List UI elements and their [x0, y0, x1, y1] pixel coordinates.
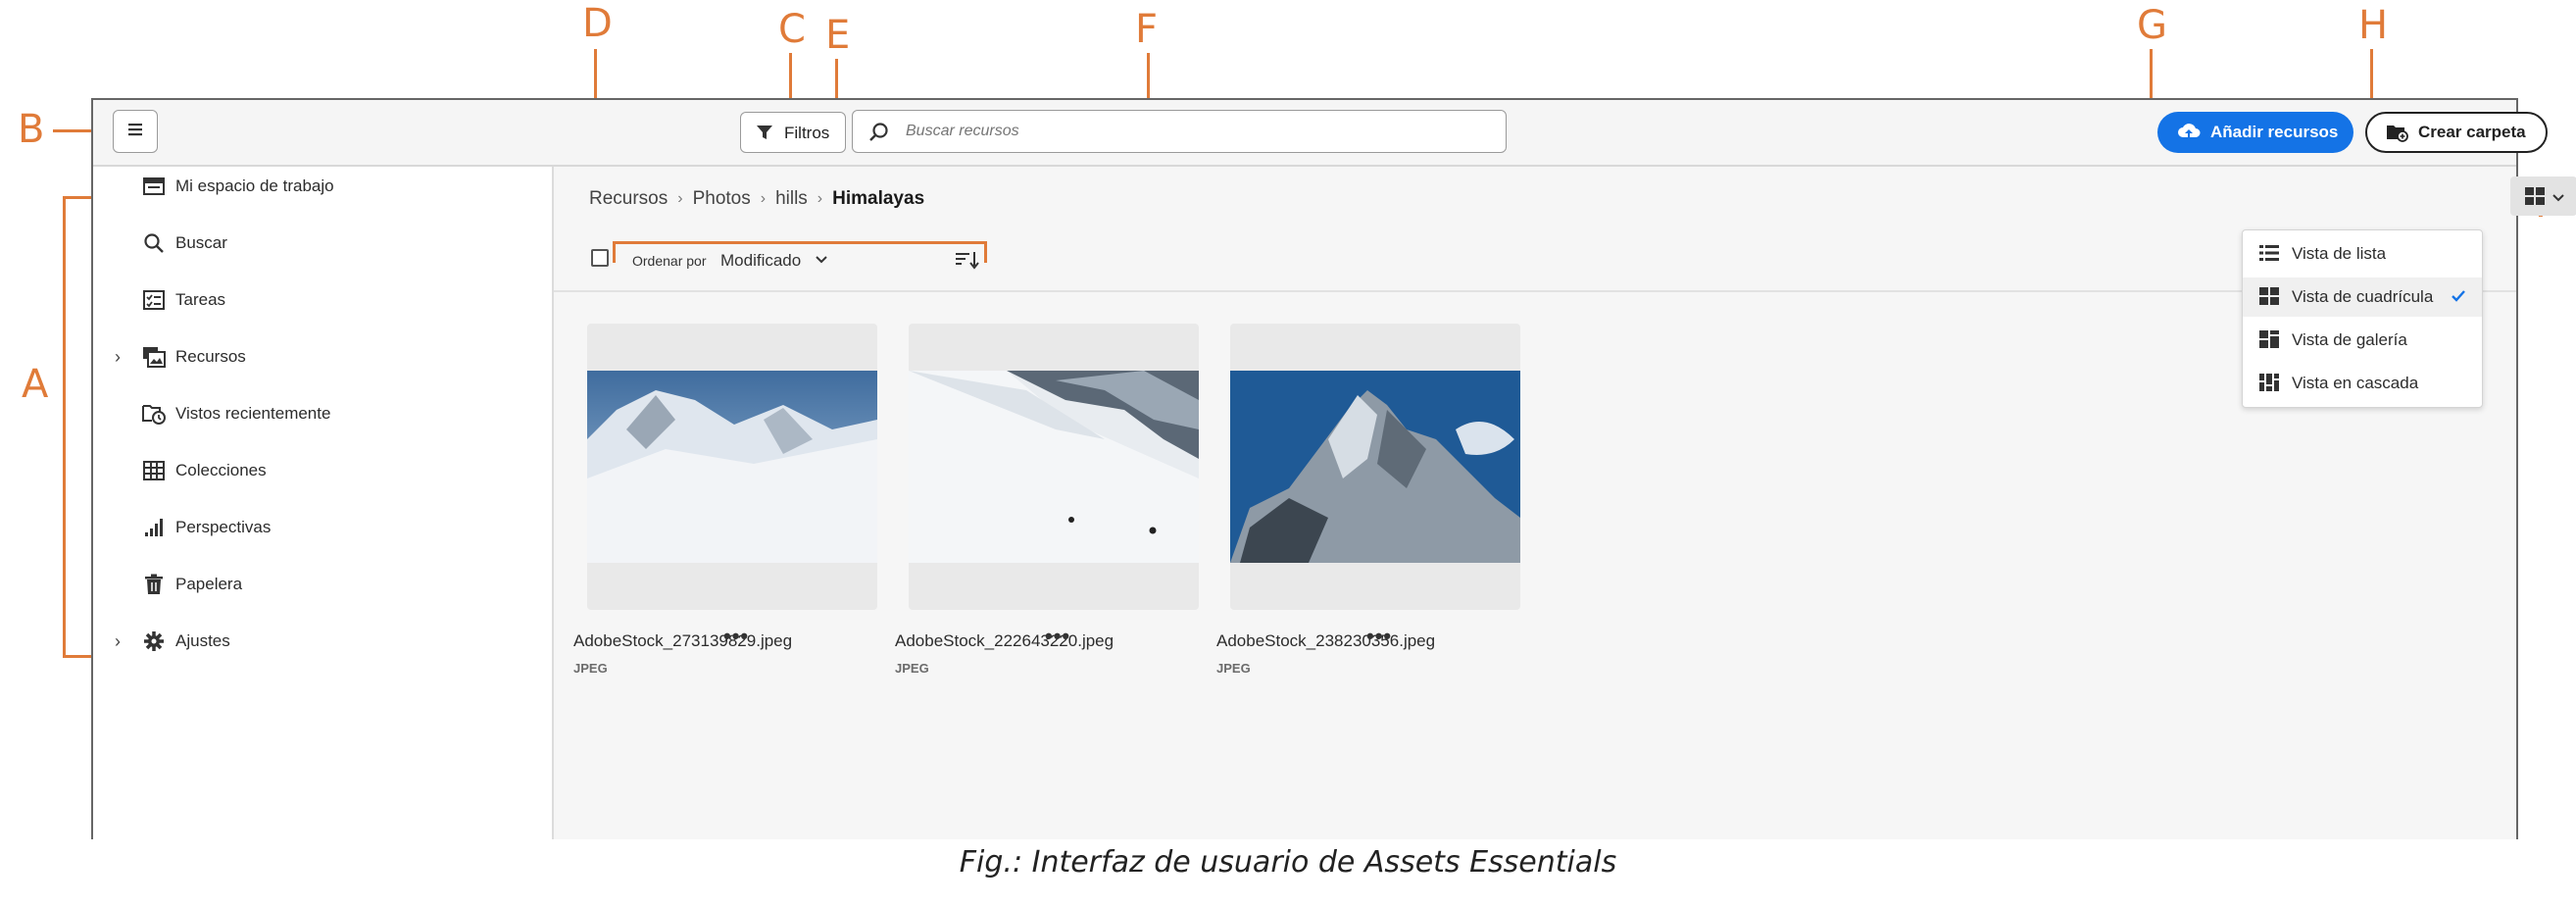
annotation-letter-h: H	[2358, 3, 2389, 48]
asset-card[interactable]	[909, 324, 1199, 610]
view-menu: Vista de lista Vista de cuadrícula Vista…	[2242, 229, 2483, 408]
more-options-icon[interactable]: •••	[1045, 624, 1070, 649]
sidebar-item-label: Colecciones	[175, 461, 267, 479]
more-options-icon[interactable]: •••	[723, 624, 749, 649]
main-content: Recursos › Photos › hills › Himalayas Or…	[554, 167, 2576, 839]
search-field[interactable]	[852, 110, 1507, 153]
grid-view-icon	[2258, 286, 2280, 308]
sidebar-item-label: Ajustes	[175, 631, 230, 650]
annotation-letter-g: G	[2137, 3, 2167, 48]
workspace-icon	[142, 175, 166, 198]
sort-field-dropdown[interactable]: Modificado	[720, 247, 828, 275]
search-icon	[142, 231, 166, 255]
annotation-letter-f: F	[1135, 7, 1159, 52]
view-menu-item-gallery[interactable]: Vista de galería	[2243, 321, 2482, 360]
sort-direction-button[interactable]	[954, 249, 979, 273]
annotation-letter-b: B	[18, 107, 45, 152]
asset-type: JPEG	[573, 661, 608, 676]
top-toolbar: Filtros Añadir recursos Crear carpeta	[93, 100, 2548, 167]
sort-by-label: Ordenar por	[632, 253, 707, 269]
select-all-checkbox[interactable]	[591, 249, 609, 267]
checkmark-icon	[2451, 288, 2466, 308]
sidebar: Mi espacio de trabajo Buscar Tareas › Re…	[93, 167, 554, 839]
more-options-icon[interactable]: •••	[1366, 624, 1392, 649]
recent-icon	[142, 402, 166, 426]
filters-label: Filtros	[784, 124, 830, 142]
breadcrumb-item[interactable]: hills	[775, 188, 808, 210]
gallery-view-icon	[2258, 329, 2280, 351]
annotation-bracket-e	[613, 241, 616, 263]
menu-button[interactable]	[113, 110, 158, 153]
search-icon	[868, 122, 890, 148]
annotation-bracket-a-vertical	[63, 196, 66, 657]
chevron-down-icon	[815, 252, 828, 270]
asset-name[interactable]: AdobeStock_238230356.jpeg	[1216, 631, 1435, 651]
view-menu-item-grid[interactable]: Vista de cuadrícula	[2243, 277, 2482, 317]
asset-name[interactable]: AdobeStock_273139829.jpeg	[573, 631, 792, 651]
list-view-icon	[2258, 243, 2280, 265]
view-menu-label: Vista de galería	[2292, 330, 2407, 349]
view-menu-label: Vista de lista	[2292, 244, 2387, 263]
breadcrumb-item[interactable]: Recursos	[589, 188, 668, 210]
sidebar-item-label: Tareas	[175, 290, 226, 309]
sort-field-value: Modificado	[720, 251, 802, 270]
sidebar-item-label: Vistos recientemente	[175, 404, 331, 423]
breadcrumb-current: Himalayas	[832, 188, 925, 209]
chevron-right-icon[interactable]: ›	[115, 347, 121, 368]
annotation-letter-c: C	[778, 7, 806, 52]
collections-icon	[142, 459, 166, 482]
chevron-down-icon	[2551, 190, 2565, 208]
breadcrumb-separator-icon: ›	[760, 190, 767, 207]
hamburger-icon	[126, 122, 144, 142]
asset-name[interactable]: AdobeStock_222643220.jpeg	[895, 631, 1114, 651]
trash-icon	[142, 573, 166, 596]
view-switcher-button[interactable]	[2510, 176, 2576, 216]
assets-icon	[142, 345, 166, 369]
waterfall-view-icon	[2258, 373, 2280, 394]
sidebar-item-label: Mi espacio de trabajo	[175, 176, 334, 195]
breadcrumb-separator-icon: ›	[817, 190, 823, 207]
add-assets-label: Añadir recursos	[2210, 123, 2339, 141]
search-input[interactable]	[904, 117, 1486, 146]
annotation-bracket-e-right	[984, 241, 987, 263]
create-folder-label: Crear carpeta	[2418, 123, 2526, 141]
sidebar-item-label: Papelera	[175, 575, 243, 593]
breadcrumb: Recursos › Photos › hills › Himalayas	[589, 188, 924, 210]
annotation-letter-e: E	[825, 13, 851, 58]
view-menu-label: Vista de cuadrícula	[2292, 287, 2434, 306]
asset-card[interactable]	[1230, 324, 1520, 610]
insights-icon	[142, 516, 166, 539]
sidebar-item-label: Buscar	[175, 233, 227, 252]
sidebar-item-label: Perspectivas	[175, 518, 272, 536]
asset-card[interactable]	[587, 324, 877, 610]
create-folder-button[interactable]: Crear carpeta	[2365, 112, 2548, 153]
filters-button[interactable]: Filtros	[740, 112, 846, 153]
view-menu-item-list[interactable]: Vista de lista	[2243, 234, 2482, 274]
app-window: Filtros Añadir recursos Crear carpeta	[91, 98, 2576, 839]
figure-caption: Fig.: Interfaz de usuario de Assets Esse…	[959, 845, 1617, 880]
sort-descending-icon	[954, 252, 979, 275]
asset-type: JPEG	[1216, 661, 1251, 676]
toolbar-divider	[554, 290, 2516, 292]
view-menu-label: Vista en cascada	[2292, 374, 2419, 392]
annotation-letter-d: D	[582, 1, 613, 46]
breadcrumb-item[interactable]: Photos	[693, 188, 751, 210]
asset-thumbnail	[909, 371, 1199, 563]
folder-add-icon	[2385, 122, 2408, 148]
asset-thumbnail	[587, 371, 877, 563]
view-menu-item-waterfall[interactable]: Vista en cascada	[2243, 364, 2482, 403]
gear-icon	[142, 629, 166, 653]
chevron-right-icon[interactable]: ›	[115, 631, 121, 652]
sidebar-item-label: Recursos	[175, 347, 246, 366]
annotation-bracket-e-top	[613, 241, 987, 244]
add-assets-button[interactable]: Añadir recursos	[2157, 112, 2353, 153]
breadcrumb-separator-icon: ›	[677, 190, 683, 207]
asset-type: JPEG	[895, 661, 929, 676]
annotation-letter-a: A	[22, 362, 49, 407]
grid-view-icon	[2524, 186, 2546, 211]
tasks-icon	[142, 288, 166, 312]
filter-icon	[755, 123, 774, 147]
cloud-upload-icon	[2177, 122, 2201, 148]
asset-thumbnail	[1230, 371, 1520, 563]
